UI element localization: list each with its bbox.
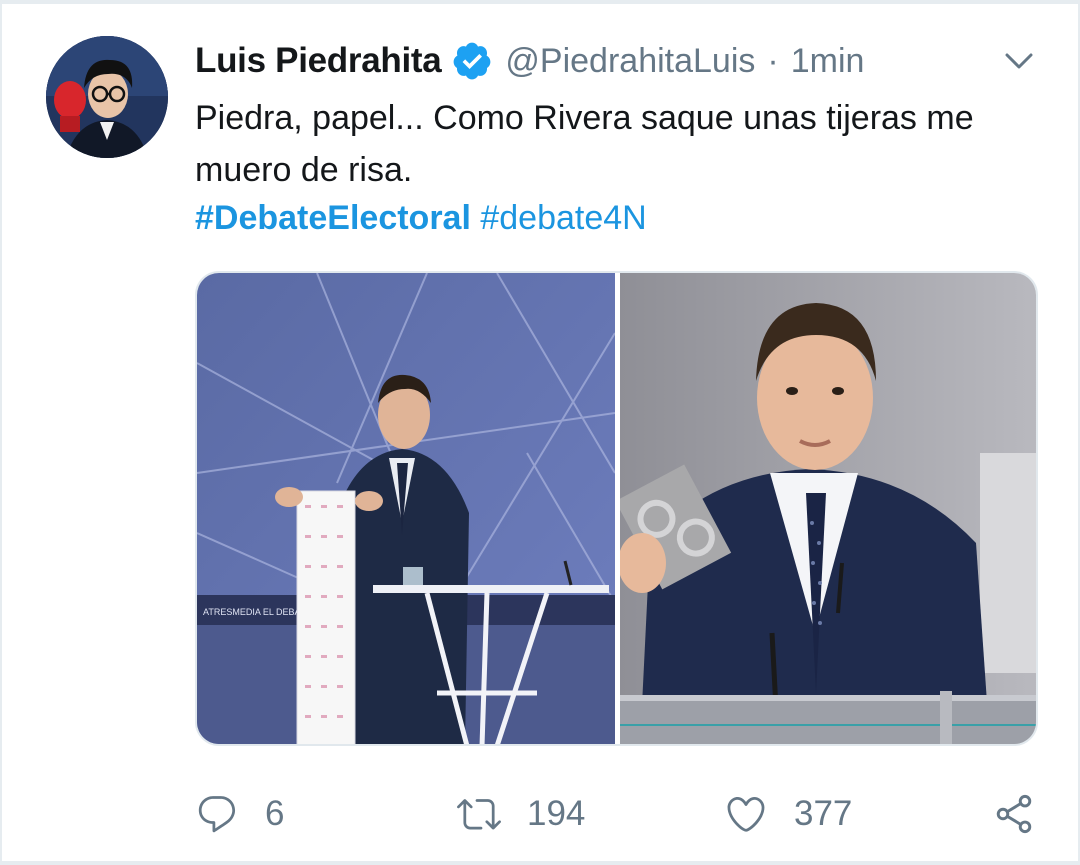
verified-badge-icon <box>451 40 493 82</box>
author-handle[interactable]: @PiedrahitaLuis <box>505 42 755 81</box>
avatar[interactable] <box>46 36 168 158</box>
reply-count: 6 <box>265 794 285 833</box>
separator-dot: · <box>767 41 779 80</box>
reply-button[interactable]: 6 <box>195 784 284 844</box>
retweet-count: 194 <box>527 794 586 833</box>
tweet-actions: 6 194 377 <box>2 784 1080 844</box>
tweet-header: Luis Piedrahita @PiedrahitaLuis · 1min <box>195 38 864 84</box>
tweet-card[interactable]: Luis Piedrahita @PiedrahitaLuis · 1min P… <box>0 4 1078 861</box>
heart-icon <box>727 796 765 832</box>
media-photo-left[interactable]: ATRESMEDIA EL DEBATE <box>197 273 615 744</box>
tweet-timestamp[interactable]: 1min <box>791 42 865 81</box>
tweet-hashtags: #DebateElectoral #debate4N <box>195 192 647 244</box>
reply-icon <box>198 796 236 833</box>
banner-text: ATRESMEDIA EL DEBATE <box>203 607 311 617</box>
tweet-text: Piedra, papel... Como Rivera saque unas … <box>195 99 974 189</box>
author-name[interactable]: Luis Piedrahita <box>195 41 442 81</box>
retweet-icon <box>457 799 501 830</box>
share-icon <box>996 794 1032 834</box>
tweet-media[interactable]: ATRESMEDIA EL DEBATE <box>195 271 1038 746</box>
media-photo-right[interactable] <box>620 273 1036 744</box>
hashtag-link[interactable]: #debate4N <box>480 199 646 237</box>
hashtag-link[interactable]: #DebateElectoral <box>195 199 471 237</box>
like-button[interactable]: 377 <box>724 784 852 844</box>
chevron-down-icon[interactable] <box>1002 46 1036 76</box>
share-button[interactable] <box>992 784 1036 844</box>
like-count: 377 <box>794 794 853 833</box>
retweet-button[interactable]: 194 <box>457 784 585 844</box>
